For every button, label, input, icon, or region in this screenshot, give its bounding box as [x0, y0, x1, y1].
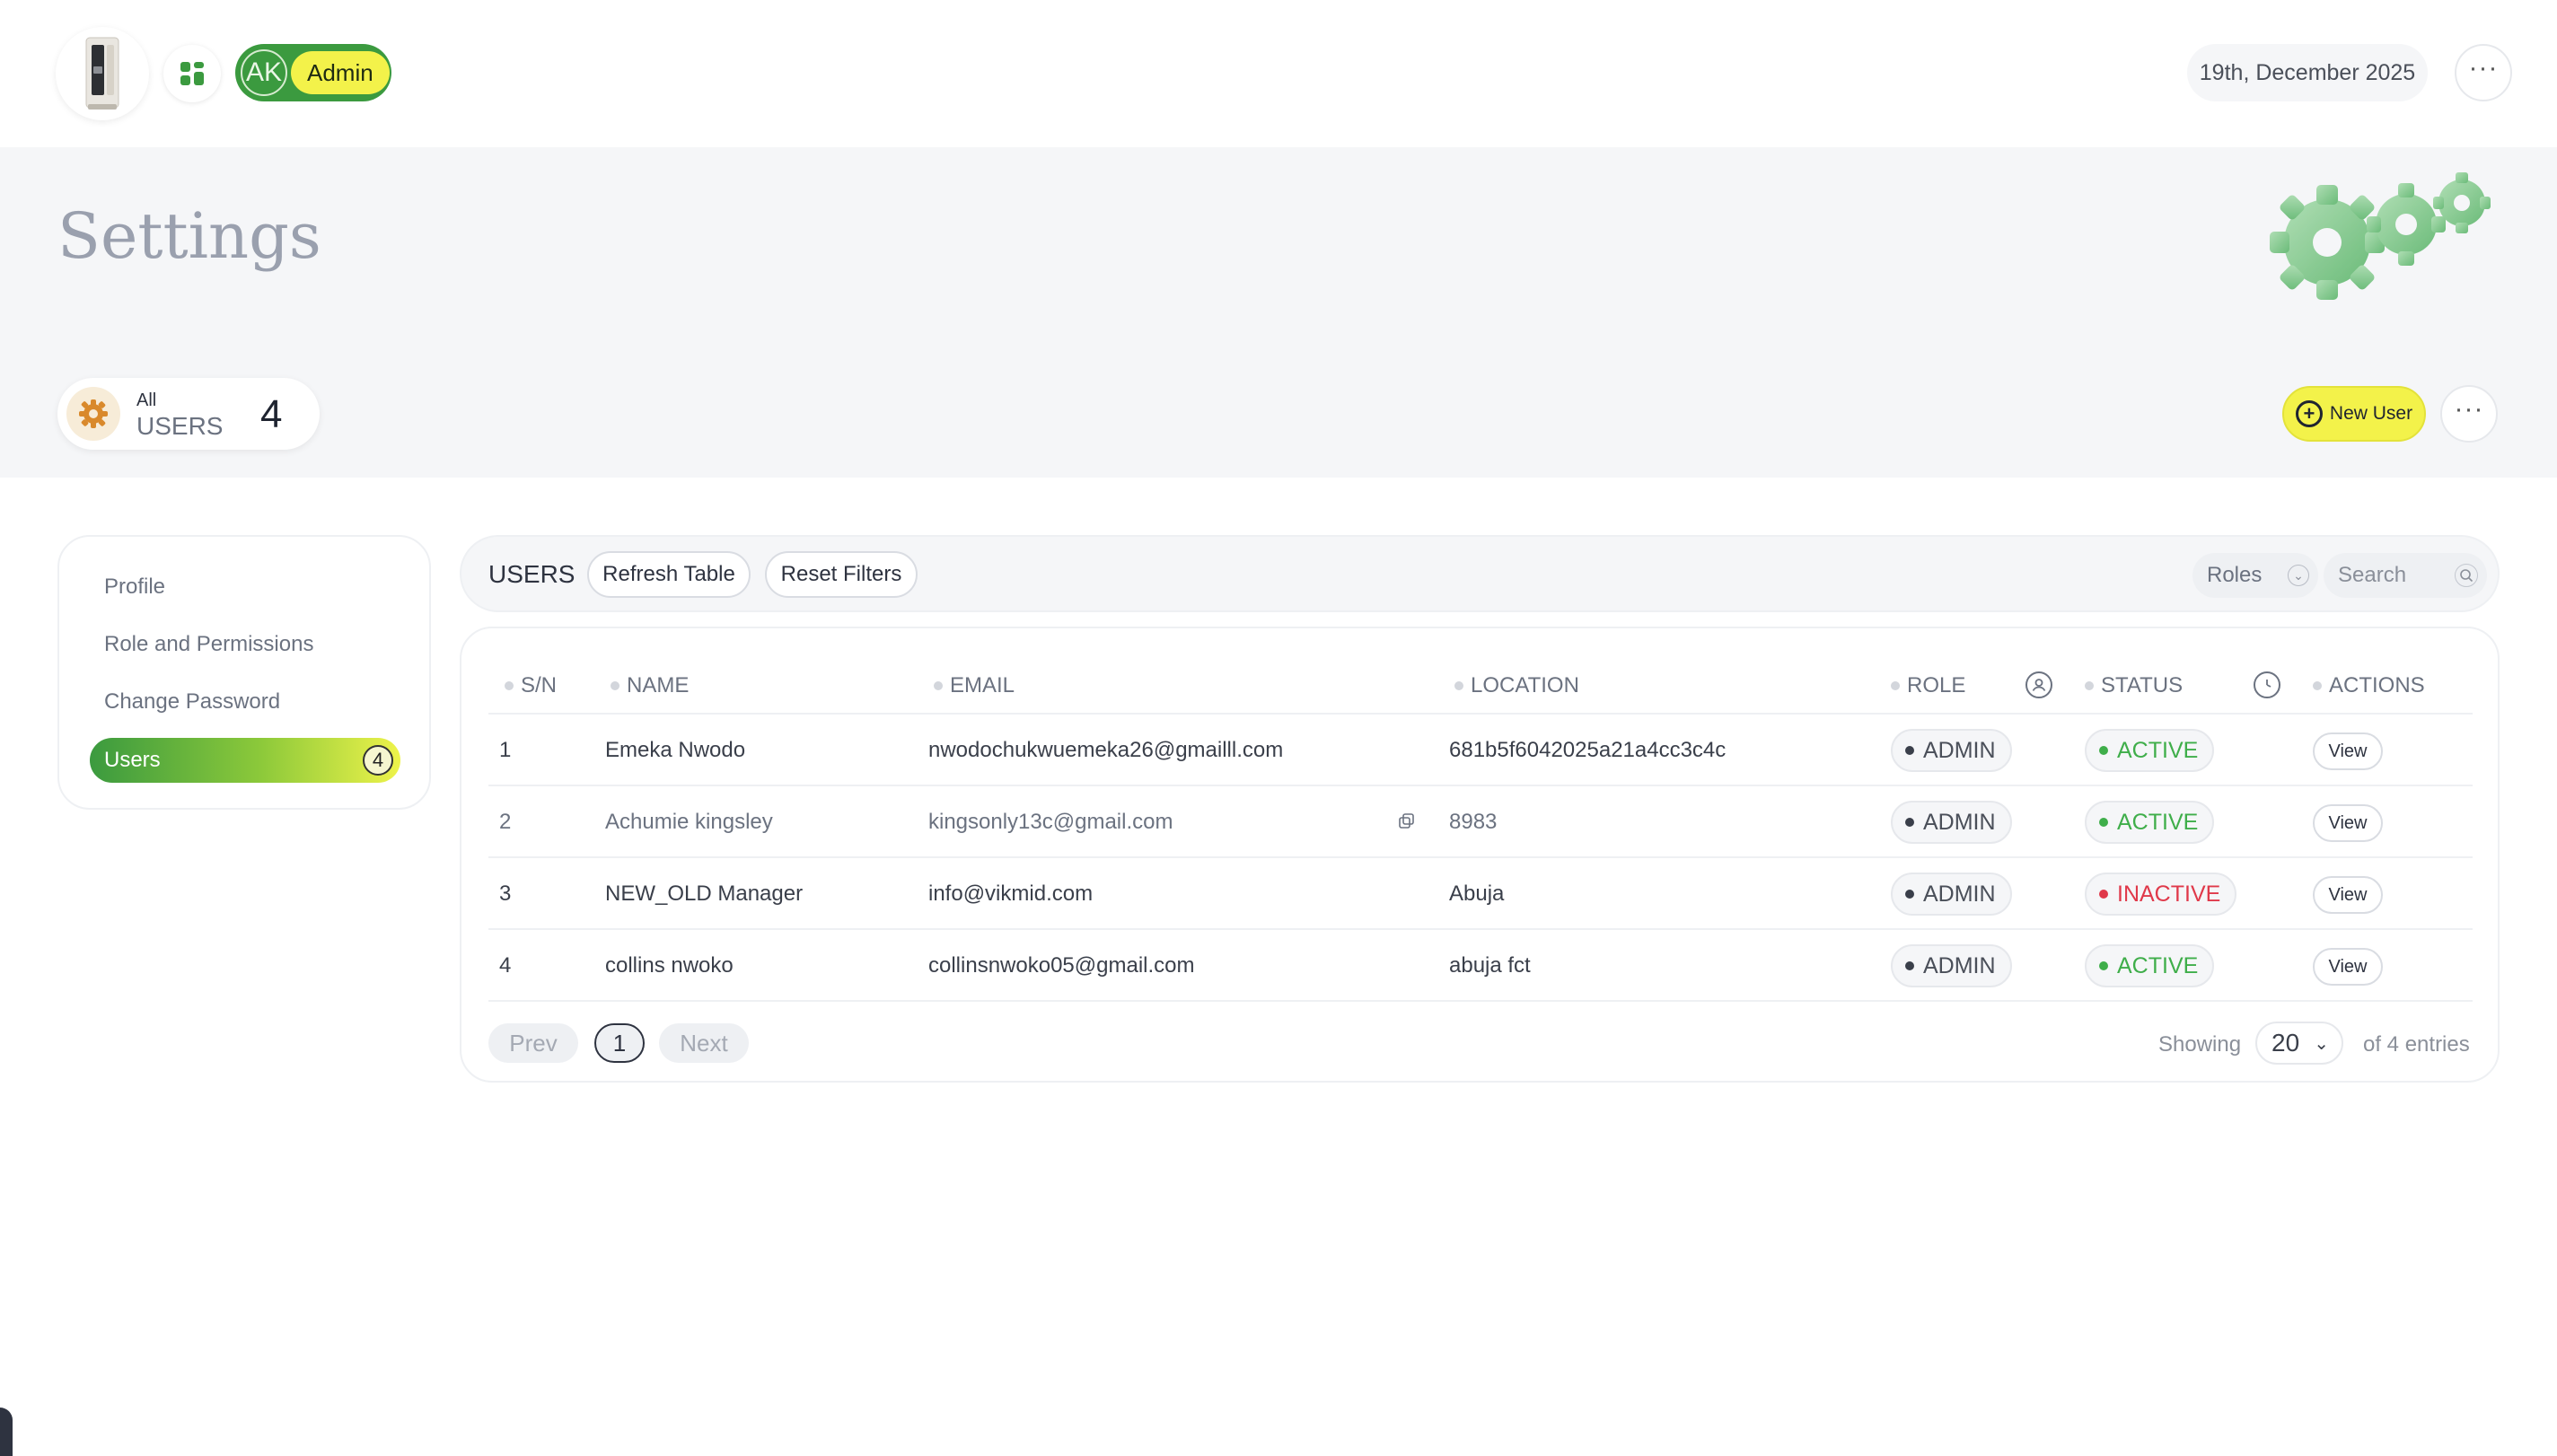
cell-location: abuja fct	[1449, 953, 1531, 978]
column-header-name[interactable]: NAME	[611, 673, 689, 698]
table-row: 3 NEW_OLD Manager info@vikmid.com Abuja …	[488, 858, 2473, 930]
search-box	[2324, 553, 2487, 598]
user-menu[interactable]: AK Admin	[235, 44, 391, 101]
apps-button[interactable]	[163, 45, 221, 102]
entries-count: of 4 entries	[2363, 1032, 2470, 1057]
status-badge: ACTIVE	[2085, 801, 2215, 844]
avatar: AK	[241, 49, 287, 96]
role-pill: ADMIN	[1891, 801, 2012, 844]
column-header-location[interactable]: LOCATION	[1454, 673, 1579, 698]
status-badge: INACTIVE	[2085, 873, 2237, 916]
reset-filters-button[interactable]: Reset Filters	[765, 551, 918, 598]
search-input[interactable]	[2338, 563, 2446, 588]
column-header-actions: ACTIONS	[2313, 673, 2425, 698]
table-row: 2 Achumie kingsley kingsonly13c@gmail.co…	[488, 786, 2473, 858]
role-pill: ADMIN	[1891, 729, 2012, 772]
role-pill: ADMIN	[1891, 944, 2012, 987]
users-table: S/N NAME EMAIL LOCATION ROLE STATUS ACTI…	[460, 627, 2500, 1083]
view-button[interactable]: View	[2313, 948, 2383, 986]
table-title: USERS	[488, 560, 576, 588]
role-pill: ADMIN	[1891, 873, 2012, 916]
sidebar-item-label: Users	[104, 748, 161, 772]
cell-sn: 2	[499, 810, 512, 834]
status-badge: ACTIVE	[2085, 729, 2215, 772]
page-title: Settings	[57, 199, 321, 273]
per-page-value: 20	[2271, 1029, 2300, 1057]
summary-bar: All USERS 4 + New User ···	[0, 348, 2557, 478]
count-small-label: All	[136, 390, 157, 410]
cell-name: NEW_OLD Manager	[605, 881, 804, 906]
cell-email: collinsnwoko05@gmail.com	[928, 953, 1195, 978]
column-header-status[interactable]: STATUS	[2085, 673, 2183, 698]
table-row: 1 Emeka Nwodo nwodochukwuemeka26@gmailll…	[488, 715, 2473, 786]
clock-icon[interactable]	[2254, 671, 2280, 698]
plus-circle-icon: +	[2295, 400, 2323, 427]
cell-location: 8983	[1449, 810, 1498, 834]
cell-location: 681b5f6042025a21a4cc3c4c	[1449, 738, 1727, 762]
cell-location: Abuja	[1449, 881, 1505, 906]
next-page-button[interactable]: Next	[659, 1023, 749, 1063]
cell-name: Achumie kingsley	[605, 810, 773, 834]
view-button[interactable]: View	[2313, 732, 2383, 770]
cell-name: Emeka Nwodo	[605, 738, 746, 762]
roles-filter[interactable]: Roles ⌄	[2192, 553, 2318, 598]
cell-email: info@vikmid.com	[928, 881, 1094, 906]
column-header-role[interactable]: ROLE	[1891, 673, 1965, 698]
settings-sidebar: Profile Role and Permissions Change Pass…	[57, 535, 431, 810]
status-badge: ACTIVE	[2085, 944, 2215, 987]
sidebar-item-profile[interactable]: Profile	[104, 575, 165, 600]
sidebar-item-role-permissions[interactable]: Role and Permissions	[104, 632, 313, 657]
roles-filter-label: Roles	[2207, 563, 2263, 587]
count-label: USERS	[136, 412, 224, 440]
page-1-button[interactable]: 1	[594, 1023, 645, 1063]
app-logo[interactable]	[56, 27, 149, 120]
sidebar-item-change-password[interactable]: Change Password	[104, 689, 280, 715]
column-header-sn[interactable]: S/N	[505, 673, 557, 698]
table-row: 4 collins nwoko collinsnwoko05@gmail.com…	[488, 930, 2473, 1002]
column-header-email[interactable]: EMAIL	[934, 673, 1015, 698]
users-count-card: All USERS 4	[57, 378, 320, 450]
top-bar: AK Admin 19th, December 2025 ···	[0, 0, 2557, 147]
chevron-down-icon: ⌄	[2314, 1034, 2329, 1054]
users-count-badge: 4	[363, 745, 393, 776]
view-button[interactable]: View	[2313, 876, 2383, 914]
user-circle-icon[interactable]	[2025, 671, 2052, 698]
apps-grid-icon	[180, 62, 204, 85]
page-hero: Settings	[0, 147, 2557, 348]
table-toolbar: USERS Refresh Table Reset Filters Roles …	[460, 535, 2500, 612]
cell-name: collins nwoko	[605, 953, 734, 978]
users-count: 4	[260, 392, 283, 436]
search-icon[interactable]	[2455, 564, 2478, 587]
cell-email: kingsonly13c@gmail.com	[928, 810, 1173, 834]
header-more-button[interactable]: ···	[2455, 44, 2512, 101]
cell-sn: 1	[499, 738, 512, 762]
cell-email: nwodochukwuemeka26@gmailll.com	[928, 738, 1284, 762]
summary-more-button[interactable]: ···	[2440, 385, 2498, 443]
divider	[488, 1000, 2473, 1002]
side-panel-handle[interactable]	[0, 1408, 13, 1456]
sidebar-item-users[interactable]: Users 4	[90, 738, 400, 783]
water-dispenser-logo-icon	[85, 37, 119, 110]
role-badge: Admin	[291, 51, 390, 94]
more-dots-icon: ···	[2454, 394, 2484, 424]
cell-sn: 3	[499, 881, 512, 906]
prev-page-button[interactable]: Prev	[488, 1023, 578, 1063]
new-user-label: New User	[2329, 403, 2413, 424]
view-button[interactable]: View	[2313, 804, 2383, 842]
copy-icon[interactable]	[1397, 811, 1417, 831]
gear-icon	[66, 387, 120, 441]
cell-sn: 4	[499, 953, 512, 978]
more-dots-icon: ···	[2468, 53, 2499, 83]
per-page-select[interactable]: 20 ⌄	[2255, 1022, 2343, 1065]
chevron-down-icon: ⌄	[2288, 565, 2309, 586]
showing-label: Showing	[2158, 1032, 2242, 1057]
gears-illustration-icon	[2270, 172, 2491, 300]
date-display: 19th, December 2025	[2187, 44, 2428, 101]
new-user-button[interactable]: + New User	[2282, 386, 2426, 442]
refresh-table-button[interactable]: Refresh Table	[587, 551, 751, 598]
